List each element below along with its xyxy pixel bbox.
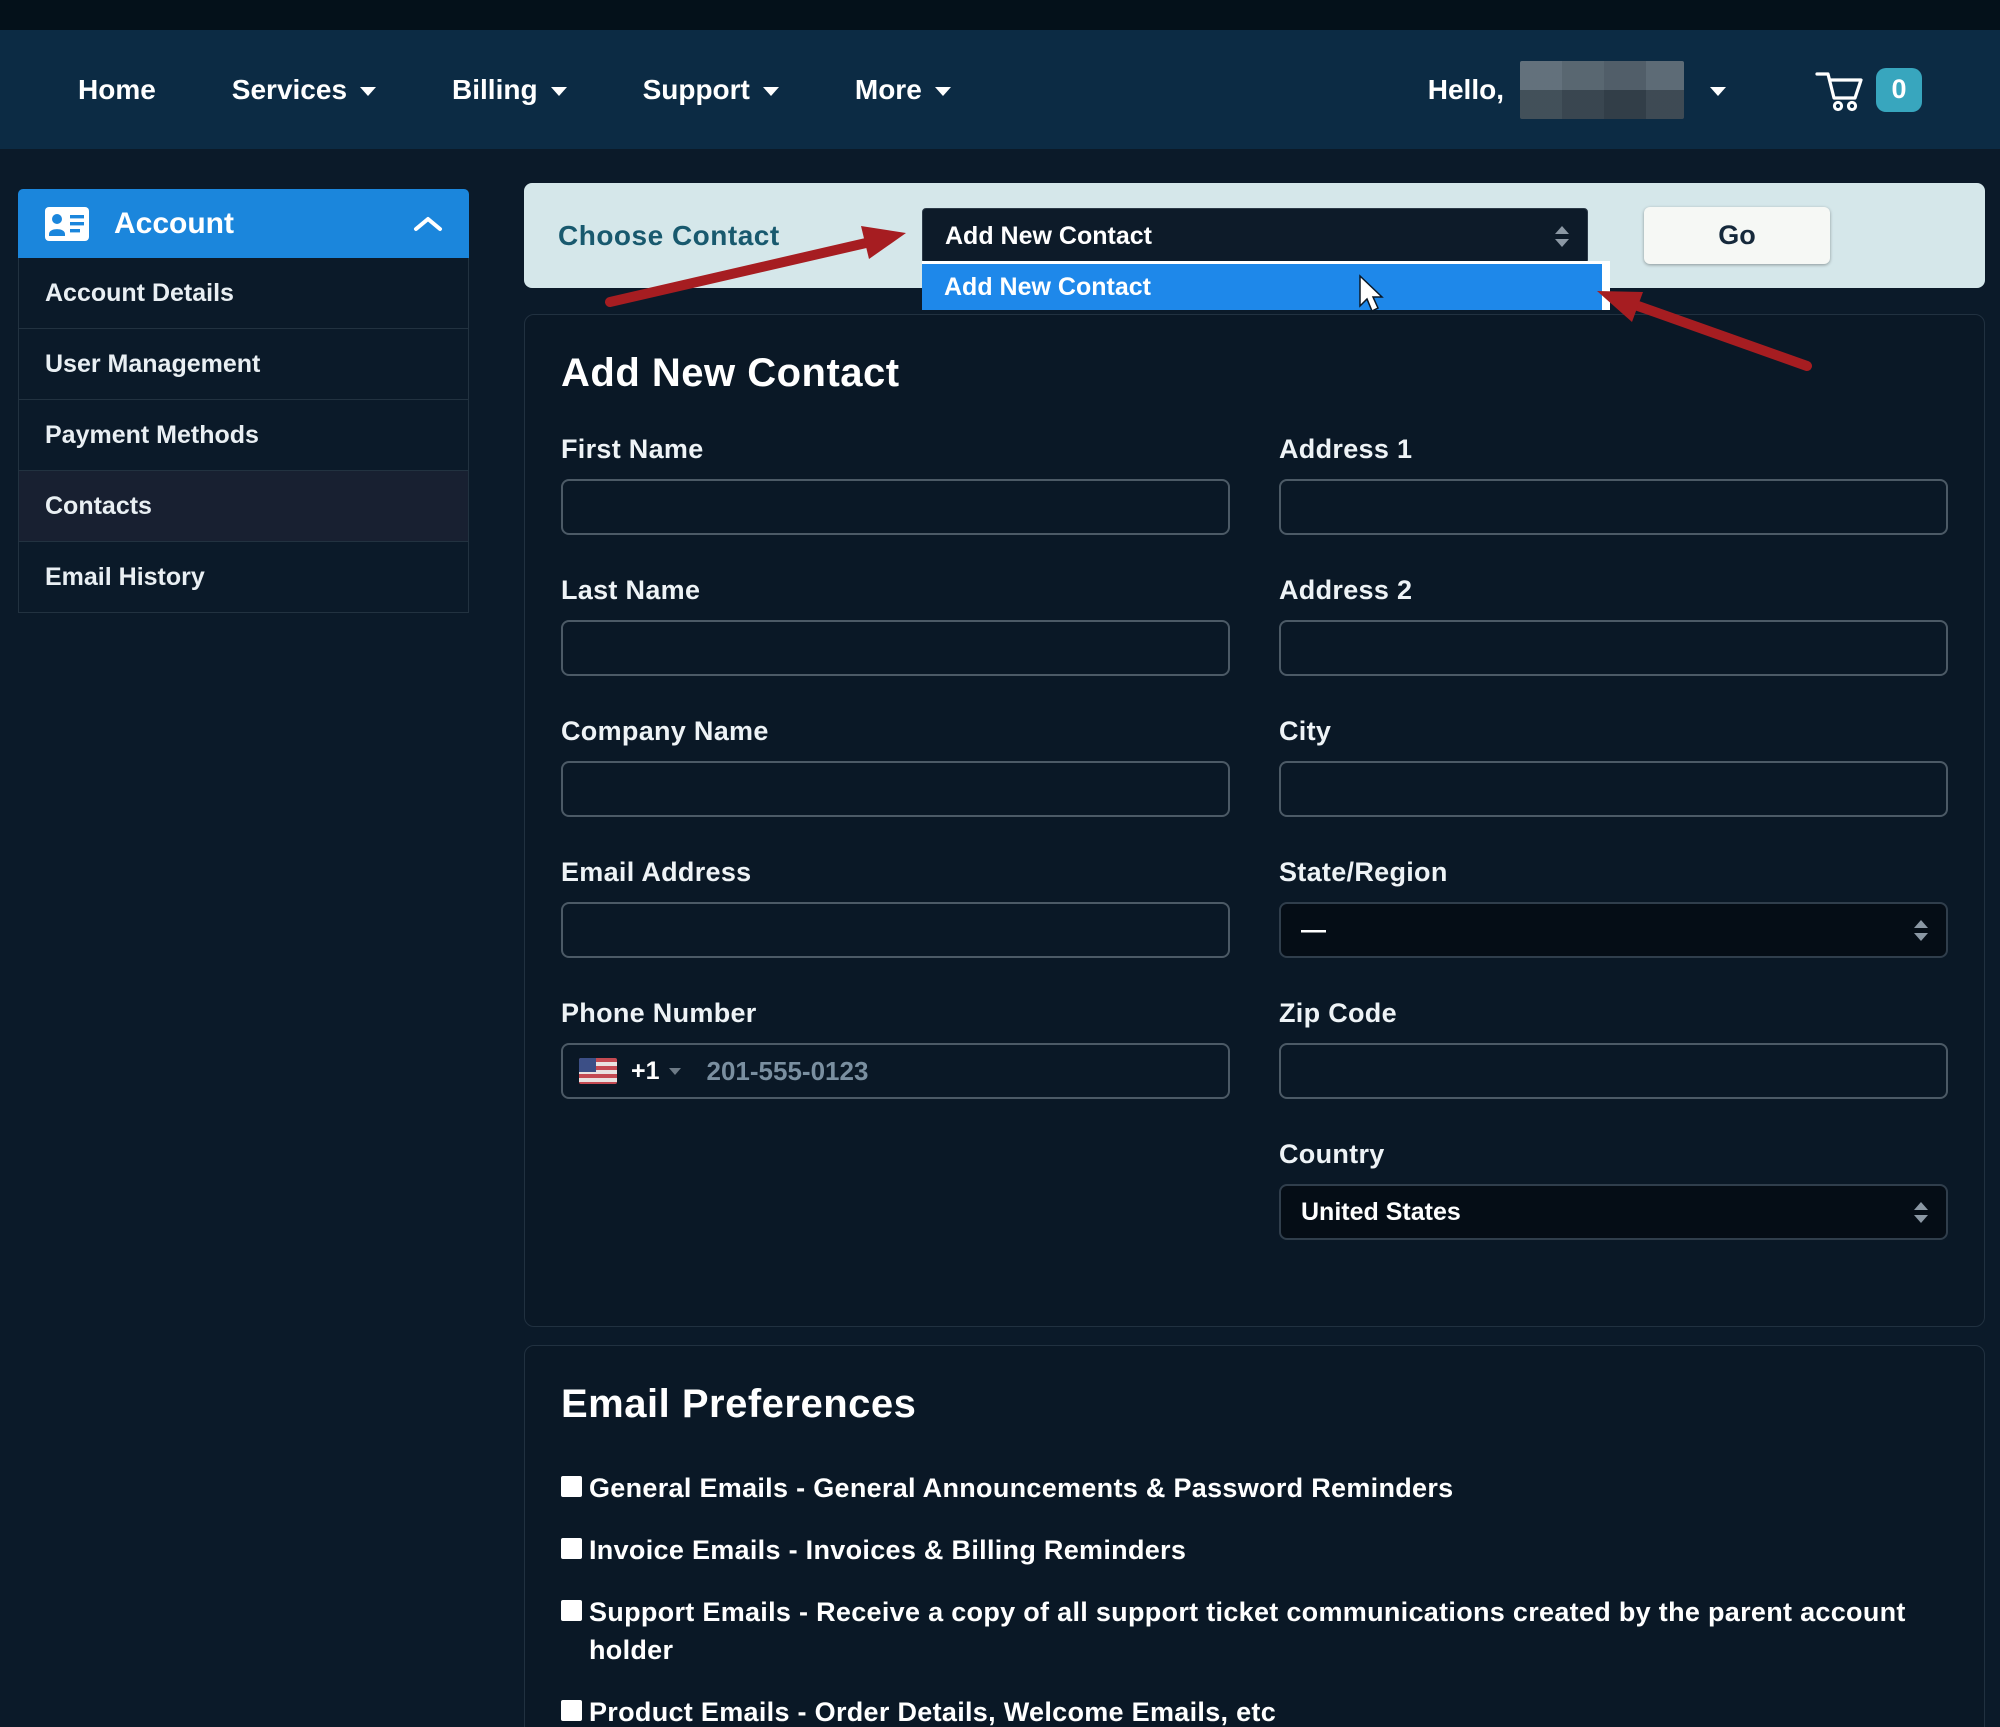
sidebar-header-label: Account — [114, 207, 234, 241]
city-input[interactable] — [1279, 761, 1948, 817]
nav-menu: Home Services Billing Support More — [78, 74, 951, 106]
email-preferences-list: General Emails - General Announcements &… — [561, 1469, 1948, 1727]
sidebar-list: Account Details User Management Payment … — [18, 258, 469, 613]
email-address-input[interactable] — [561, 902, 1230, 958]
account-menu[interactable]: Hello, 0 — [1428, 61, 1922, 119]
dial-code: +1 — [631, 1057, 660, 1086]
choose-contact-label: Choose Contact — [558, 183, 780, 288]
first-name-label: First Name — [561, 434, 1230, 465]
sidebar-item-label: Account Details — [45, 279, 234, 308]
state-region-select[interactable]: — — [1279, 902, 1948, 958]
pref-row-product-emails: Product Emails - Order Details, Welcome … — [561, 1693, 1948, 1727]
chevron-down-icon — [1710, 87, 1726, 96]
address2-input[interactable] — [1279, 620, 1948, 676]
sidebar-item-payment-methods[interactable]: Payment Methods — [19, 400, 468, 471]
phone-number-field: +1 — [561, 1043, 1230, 1099]
nav-item-support[interactable]: Support — [643, 74, 779, 106]
id-card-icon — [44, 206, 90, 242]
pref-row-invoice-emails: Invoice Emails - Invoices & Billing Remi… — [561, 1531, 1948, 1569]
go-button[interactable]: Go — [1644, 207, 1830, 264]
nav-item-more[interactable]: More — [855, 74, 951, 106]
top-strip — [0, 0, 2000, 30]
pref-row-general-emails: General Emails - General Announcements &… — [561, 1469, 1948, 1507]
company-name-label: Company Name — [561, 716, 1230, 747]
top-navbar: Home Services Billing Support More Hello… — [0, 30, 2000, 149]
country-label: Country — [1279, 1139, 1948, 1170]
last-name-input[interactable] — [561, 620, 1230, 676]
contact-select-value: Add New Contact — [945, 222, 1152, 251]
last-name-label: Last Name — [561, 575, 1230, 606]
select-arrows-icon — [1914, 920, 1928, 941]
pref-label: Support Emails - Receive a copy of all s… — [589, 1593, 1934, 1669]
sidebar-item-contacts[interactable]: Contacts — [19, 471, 468, 542]
chevron-down-icon — [763, 87, 779, 96]
form-left-column: First Name Last Name Company Name Email … — [561, 434, 1230, 1280]
page: Home Services Billing Support More Hello… — [0, 0, 2000, 1727]
contact-select[interactable]: Add New Contact — [922, 208, 1588, 264]
form-right-column: Address 1 Address 2 City State/Region — — [1279, 434, 1948, 1280]
product-emails-checkbox[interactable] — [561, 1700, 582, 1721]
select-arrows-icon — [1555, 226, 1569, 247]
email-preferences-card: Email Preferences General Emails - Gener… — [524, 1345, 1985, 1727]
city-label: City — [1279, 716, 1948, 747]
chevron-down-icon — [360, 87, 376, 96]
address2-label: Address 2 — [1279, 575, 1948, 606]
email-address-label: Email Address — [561, 857, 1230, 888]
nav-item-home-label: Home — [78, 74, 156, 106]
nav-item-billing-label: Billing — [452, 74, 538, 106]
add-new-contact-card: Add New Contact First Name Last Name Com… — [524, 314, 1985, 1327]
support-emails-checkbox[interactable] — [561, 1600, 582, 1621]
pref-label: Invoice Emails - Invoices & Billing Remi… — [589, 1531, 1186, 1569]
country-value: United States — [1301, 1198, 1461, 1227]
contact-form: First Name Last Name Company Name Email … — [561, 434, 1948, 1280]
nav-item-billing[interactable]: Billing — [452, 74, 567, 106]
first-name-input[interactable] — [561, 479, 1230, 535]
address1-label: Address 1 — [1279, 434, 1948, 465]
sidebar-item-email-history[interactable]: Email History — [19, 542, 468, 612]
invoice-emails-checkbox[interactable] — [561, 1538, 582, 1559]
cart-icon — [1814, 66, 1866, 114]
zip-code-input[interactable] — [1279, 1043, 1948, 1099]
chevron-up-icon — [413, 216, 443, 232]
blurred-username — [1520, 61, 1684, 119]
page-title: Add New Contact — [561, 351, 1948, 396]
state-region-label: State/Region — [1279, 857, 1948, 888]
cart-button[interactable]: 0 — [1814, 66, 1922, 114]
chevron-down-icon — [551, 87, 567, 96]
sidebar-item-label: Email History — [45, 563, 205, 592]
phone-number-label: Phone Number — [561, 998, 1230, 1029]
sidebar-item-account-details[interactable]: Account Details — [19, 258, 468, 329]
address1-input[interactable] — [1279, 479, 1948, 535]
dropdown-option-add-new-contact[interactable]: Add New Contact — [922, 264, 1602, 310]
select-arrows-icon — [1914, 1202, 1928, 1223]
cart-count-badge: 0 — [1876, 68, 1922, 112]
sidebar-item-label: User Management — [45, 350, 260, 379]
pref-label: Product Emails - Order Details, Welcome … — [589, 1693, 1276, 1727]
sidebar: Account Account Details User Management … — [18, 189, 469, 613]
pref-row-support-emails: Support Emails - Receive a copy of all s… — [561, 1593, 1948, 1669]
chevron-down-icon[interactable] — [669, 1068, 681, 1075]
chevron-down-icon — [935, 87, 951, 96]
nav-item-services-label: Services — [232, 74, 347, 106]
pref-label: General Emails - General Announcements &… — [589, 1469, 1453, 1507]
greeting-text: Hello, — [1428, 74, 1504, 106]
us-flag-icon — [579, 1058, 617, 1084]
nav-item-support-label: Support — [643, 74, 750, 106]
email-preferences-title: Email Preferences — [561, 1382, 1948, 1427]
sidebar-item-label: Payment Methods — [45, 421, 259, 450]
zip-code-label: Zip Code — [1279, 998, 1948, 1029]
contact-select-dropdown: Add New Contact — [922, 261, 1610, 310]
nav-item-home[interactable]: Home — [78, 74, 156, 106]
nav-item-services[interactable]: Services — [232, 74, 376, 106]
nav-item-more-label: More — [855, 74, 922, 106]
company-name-input[interactable] — [561, 761, 1230, 817]
country-select[interactable]: United States — [1279, 1184, 1948, 1240]
general-emails-checkbox[interactable] — [561, 1476, 582, 1497]
sidebar-header-account[interactable]: Account — [18, 189, 469, 258]
sidebar-item-label: Contacts — [45, 492, 152, 521]
state-region-value: — — [1301, 916, 1326, 945]
sidebar-item-user-management[interactable]: User Management — [19, 329, 468, 400]
phone-number-input[interactable] — [705, 1055, 1214, 1088]
